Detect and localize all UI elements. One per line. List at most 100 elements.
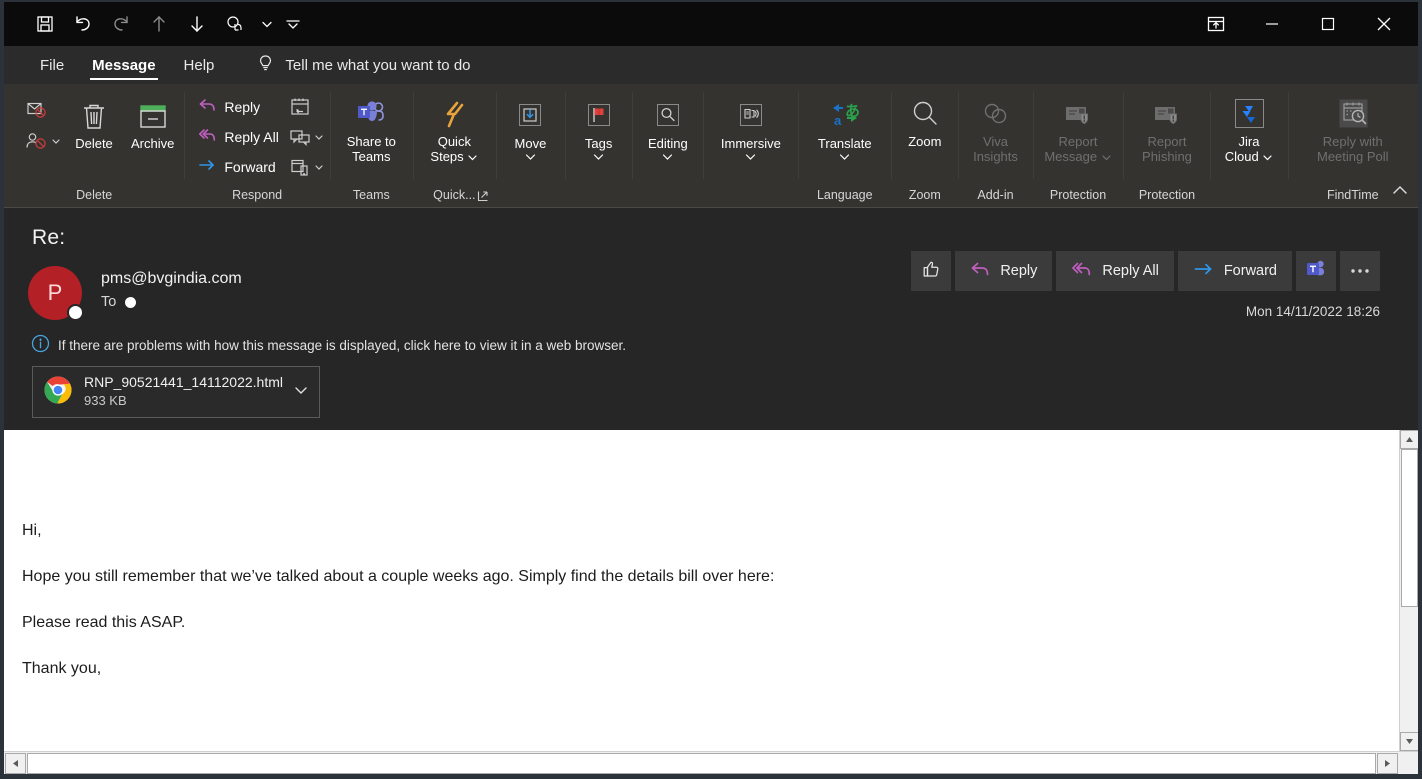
previous-item-icon[interactable] bbox=[140, 7, 178, 41]
report-message-icon bbox=[1060, 96, 1096, 134]
thumbs-up-icon bbox=[921, 259, 941, 283]
jira-cloud-button[interactable]: Jira Cloud bbox=[1217, 90, 1282, 164]
minimize-button[interactable] bbox=[1244, 2, 1300, 46]
message-timestamp: Mon 14/11/2022 18:26 bbox=[1245, 304, 1380, 319]
editing-button[interactable]: Editing bbox=[639, 90, 697, 165]
outlook-message-window: File Message Help Tell me what you want … bbox=[0, 0, 1422, 779]
attachment-size: 933 KB bbox=[84, 393, 127, 408]
message-info-bar[interactable]: If there are problems with how this mess… bbox=[4, 320, 1418, 356]
scroll-left-button[interactable] bbox=[5, 752, 26, 774]
header-forward-button[interactable]: Forward bbox=[1177, 251, 1292, 291]
horizontal-scroll-thumb[interactable] bbox=[27, 752, 1376, 774]
lightning-bolt-icon bbox=[441, 96, 467, 134]
meeting-poll-label-2: Meeting Poll bbox=[1316, 149, 1389, 164]
save-icon[interactable] bbox=[26, 7, 64, 41]
header-reply-all-button[interactable]: Reply All bbox=[1056, 251, 1174, 291]
reply-with-meeting-poll-button[interactable]: Reply with Meeting Poll bbox=[1309, 90, 1397, 164]
ribbon-group-teams: Share to Teams Teams bbox=[329, 84, 413, 207]
meeting-icon[interactable] bbox=[285, 92, 328, 122]
ribbon-group-label-respond: Respond bbox=[232, 188, 283, 202]
meeting-poll-icon bbox=[1334, 96, 1372, 134]
ribbon-group-zoom: Zoom Zoom bbox=[891, 84, 958, 207]
more-respond-icon[interactable] bbox=[285, 152, 328, 182]
quick-access-toolbar bbox=[4, 7, 306, 41]
like-button[interactable] bbox=[911, 251, 952, 291]
lightbulb-icon bbox=[256, 53, 275, 77]
ellipsis-icon bbox=[1349, 263, 1371, 279]
ribbon: Delete Archive Delete Reply Reply All Fo… bbox=[4, 84, 1418, 208]
ribbon-display-options-button[interactable] bbox=[1188, 2, 1244, 46]
tags-button[interactable]: Tags bbox=[570, 90, 628, 165]
ignore-icon[interactable] bbox=[20, 96, 65, 126]
header-reply-label: Reply bbox=[1000, 263, 1038, 279]
ribbon-group-label-language: Language bbox=[816, 188, 873, 202]
redo-icon[interactable] bbox=[102, 7, 140, 41]
ribbon-group-immersive: Immersive bbox=[703, 84, 798, 207]
collapse-ribbon-button[interactable] bbox=[1390, 183, 1410, 204]
reply-with-im-icon[interactable] bbox=[285, 122, 328, 152]
report-message-label-2-wrap: Message bbox=[1044, 149, 1111, 164]
scroll-right-button[interactable] bbox=[1377, 752, 1398, 774]
translate-chevron-icon bbox=[838, 150, 851, 165]
vertical-scrollbar[interactable] bbox=[1399, 430, 1418, 751]
vertical-scroll-thumb[interactable] bbox=[1401, 449, 1418, 607]
scroll-up-button[interactable] bbox=[1400, 430, 1418, 449]
editing-chevron-icon bbox=[661, 150, 674, 165]
scroll-down-button[interactable] bbox=[1400, 732, 1418, 751]
viva-label-1: Viva bbox=[982, 134, 1009, 149]
more-options-button[interactable] bbox=[1340, 251, 1380, 291]
maximize-button[interactable] bbox=[1300, 2, 1356, 46]
translate-button[interactable]: a あ Translate bbox=[810, 90, 880, 165]
touch-mode-caret-icon[interactable] bbox=[254, 7, 280, 41]
block-sender-icon[interactable] bbox=[20, 126, 65, 156]
undo-icon[interactable] bbox=[64, 7, 102, 41]
horizontal-scrollbar[interactable] bbox=[4, 751, 1418, 774]
reply-all-button[interactable]: Reply All bbox=[192, 122, 284, 152]
report-message-button[interactable]: Report Message bbox=[1036, 90, 1119, 164]
message-header: Re: P pms@bvgindia.com To If there are p… bbox=[4, 208, 1418, 426]
touch-mode-icon[interactable] bbox=[216, 7, 254, 41]
window-controls bbox=[1188, 2, 1412, 46]
archive-icon bbox=[137, 98, 169, 136]
tab-help[interactable]: Help bbox=[170, 46, 229, 84]
jira-label-1: Jira bbox=[1238, 134, 1260, 149]
archive-button[interactable]: Archive bbox=[123, 90, 182, 151]
ribbon-group-tags: Tags bbox=[565, 84, 632, 207]
recipient-chip-icon[interactable] bbox=[125, 296, 137, 308]
vertical-scroll-track[interactable] bbox=[1400, 607, 1418, 732]
attachment-chevron-icon[interactable] bbox=[293, 383, 311, 401]
share-to-teams-button[interactable]: Share to Teams bbox=[339, 90, 404, 164]
close-button[interactable] bbox=[1356, 2, 1412, 46]
tab-file[interactable]: File bbox=[26, 46, 78, 84]
reply-button[interactable]: Reply bbox=[192, 92, 284, 122]
forward-button[interactable]: Forward bbox=[192, 152, 284, 182]
avatar[interactable]: P bbox=[28, 266, 84, 321]
zoom-label: Zoom bbox=[908, 134, 942, 149]
customize-quick-access-toolbar-icon[interactable] bbox=[280, 7, 306, 41]
reply-arrow-icon bbox=[970, 260, 991, 282]
zoom-button[interactable]: Zoom bbox=[896, 90, 954, 149]
immersive-button[interactable]: Immersive bbox=[713, 90, 789, 165]
header-forward-label: Forward bbox=[1223, 263, 1277, 279]
message-body-text: Hi, Hope you still remember that we’ve t… bbox=[4, 430, 1418, 677]
attachment-item[interactable]: RNP_90521441_14112022.html 933 KB bbox=[32, 366, 320, 418]
quick-steps-label-2: Steps bbox=[430, 149, 464, 164]
viva-insights-button[interactable]: Viva Insights bbox=[965, 90, 1026, 164]
tab-message[interactable]: Message bbox=[78, 46, 169, 84]
quick-steps-button[interactable]: Quick Steps bbox=[422, 90, 486, 164]
move-button[interactable]: Move bbox=[501, 90, 559, 165]
report-message-label-1: Report bbox=[1058, 134, 1098, 149]
body-paragraph: Hi, bbox=[22, 522, 42, 539]
header-reply-button[interactable]: Reply bbox=[955, 251, 1053, 291]
reply-arrow-icon bbox=[198, 97, 217, 117]
scrollbar-corner bbox=[1399, 751, 1418, 774]
next-item-icon[interactable] bbox=[178, 7, 216, 41]
teams-share-button[interactable] bbox=[1296, 251, 1336, 291]
message-body-scroll-region: Hi, Hope you still remember that we’ve t… bbox=[4, 430, 1418, 774]
delete-button[interactable]: Delete bbox=[65, 90, 123, 151]
tell-me-search[interactable]: Tell me what you want to do bbox=[256, 53, 471, 77]
sender-address[interactable]: pms@bvgindia.com bbox=[101, 270, 242, 288]
immersive-label: Immersive bbox=[720, 136, 781, 151]
report-phishing-button[interactable]: Report Phishing bbox=[1134, 90, 1200, 164]
chrome-icon bbox=[43, 375, 73, 410]
